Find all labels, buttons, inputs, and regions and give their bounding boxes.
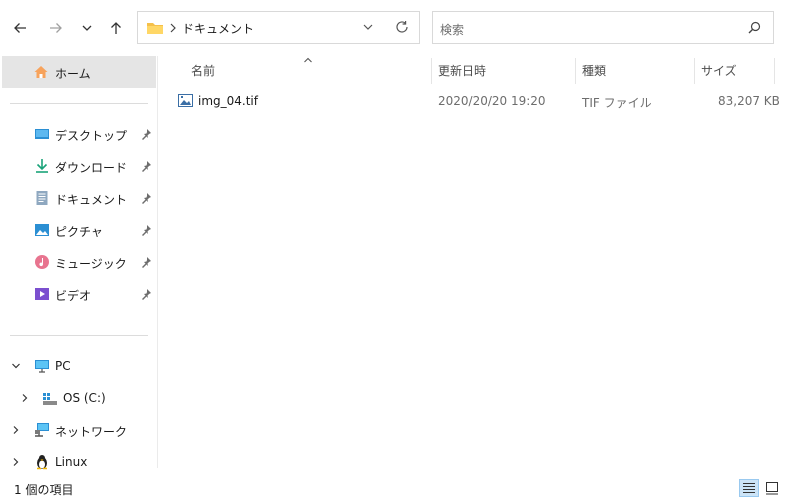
status-bar: 1 個の項目 (0, 476, 786, 499)
up-button[interactable] (104, 14, 128, 42)
document-icon (36, 191, 48, 205)
nav-item-label: ドキュメント (55, 193, 128, 207)
search-placeholder[interactable]: 検索 (440, 21, 464, 38)
address-bar[interactable]: ドキュメント (137, 11, 420, 44)
recent-locations-button[interactable] (75, 14, 99, 42)
nav-item-label: OS (C:) (63, 391, 106, 405)
file-type: TIF ファイル (582, 96, 652, 110)
large-icons-view-icon (766, 482, 778, 495)
pin-icon[interactable] (141, 224, 152, 236)
pin-icon[interactable] (141, 128, 152, 140)
nav-item-os-drive[interactable]: OS (C:) (0, 383, 158, 413)
linux-penguin-icon (37, 455, 47, 470)
file-modified: 2020/20/20 19:20 (438, 94, 546, 108)
refresh-icon[interactable] (395, 20, 409, 34)
column-header-type[interactable]: 種類 (582, 62, 606, 82)
nav-item-label: PC (55, 359, 71, 373)
nav-item-label: ミュージック (55, 257, 127, 271)
column-divider[interactable] (575, 58, 576, 84)
chevron-down-icon (82, 25, 92, 31)
arrow-up-icon (111, 22, 121, 34)
network-icon (35, 423, 49, 437)
arrow-left-icon (14, 23, 26, 33)
nav-item-pc[interactable]: PC (0, 351, 158, 381)
divider (10, 335, 148, 336)
nav-item-videos[interactable]: ビデオ (0, 279, 158, 309)
desktop-icon (35, 129, 49, 139)
file-size: 83,207 KB (718, 94, 780, 108)
pin-icon[interactable] (141, 256, 152, 268)
home-icon (34, 66, 48, 78)
navigation-toolbar: ドキュメント 検索 (0, 0, 786, 56)
music-icon (35, 255, 49, 269)
chevron-down-icon[interactable] (11, 361, 21, 371)
search-box[interactable]: 検索 (432, 11, 774, 44)
arrow-right-icon (50, 23, 62, 33)
file-name[interactable]: img_04.tif (198, 94, 258, 108)
details-view-icon (743, 483, 755, 493)
column-divider[interactable] (431, 58, 432, 84)
nav-item-label: ダウンロード (55, 161, 128, 175)
image-file-icon (178, 94, 193, 107)
nav-item-downloads[interactable]: ダウンロード (0, 151, 158, 181)
forward-button[interactable] (44, 14, 68, 42)
video-icon (35, 288, 49, 300)
chevron-right-icon[interactable] (20, 393, 30, 403)
table-row[interactable]: img_04.tif 2020/20/20 19:20 TIF ファイル 83,… (173, 90, 783, 112)
nav-item-music[interactable]: ミュージック (0, 247, 158, 277)
nav-item-label: ネットワーク (55, 425, 128, 439)
item-count: 1 個の項目 (14, 483, 74, 497)
details-view-button[interactable] (739, 479, 759, 497)
download-icon (36, 159, 48, 173)
folder-icon (147, 23, 163, 34)
column-header-size[interactable]: サイズ (701, 62, 737, 82)
nav-item-home[interactable]: ホーム (2, 56, 156, 88)
column-header-modified[interactable]: 更新日時 (438, 62, 486, 82)
chevron-down-icon[interactable] (362, 21, 374, 33)
computer-icon (35, 360, 49, 373)
chevron-right-icon[interactable] (168, 20, 178, 36)
file-list-pane: 名前 更新日時 種類 サイズ img_04.tif 2020/20/20 19:… (159, 56, 786, 468)
search-icon[interactable] (748, 21, 761, 34)
nav-item-label: ピクチャ (55, 225, 103, 239)
column-divider[interactable] (774, 58, 775, 84)
column-divider[interactable] (694, 58, 695, 84)
pictures-icon (35, 224, 49, 236)
large-icons-view-button[interactable] (762, 479, 782, 497)
pin-icon[interactable] (141, 160, 152, 172)
pin-icon[interactable] (141, 288, 152, 300)
drive-icon (43, 393, 57, 405)
nav-item-pictures[interactable]: ピクチャ (0, 215, 158, 245)
column-header-name[interactable]: 名前 (191, 62, 215, 82)
nav-item-label: ビデオ (55, 289, 92, 303)
chevron-right-icon[interactable] (11, 425, 21, 435)
address-path[interactable]: ドキュメント (182, 20, 254, 37)
back-button[interactable] (8, 14, 32, 42)
nav-item-label: ホーム (55, 67, 91, 81)
nav-item-desktop[interactable]: デスクトップ (0, 119, 158, 149)
pin-icon[interactable] (141, 192, 152, 204)
divider (10, 103, 148, 104)
sort-ascending-icon[interactable] (303, 56, 313, 64)
navigation-pane: ホーム デスクトップ ダウンロード ドキュメント ピクチャ ミュージック ビデオ… (0, 56, 158, 470)
nav-item-linux[interactable]: Linux (0, 447, 158, 477)
chevron-right-icon[interactable] (11, 457, 21, 467)
nav-item-label: Linux (55, 455, 88, 469)
nav-item-label: デスクトップ (55, 129, 128, 143)
nav-item-network[interactable]: ネットワーク (0, 415, 158, 445)
nav-item-documents[interactable]: ドキュメント (0, 183, 158, 213)
